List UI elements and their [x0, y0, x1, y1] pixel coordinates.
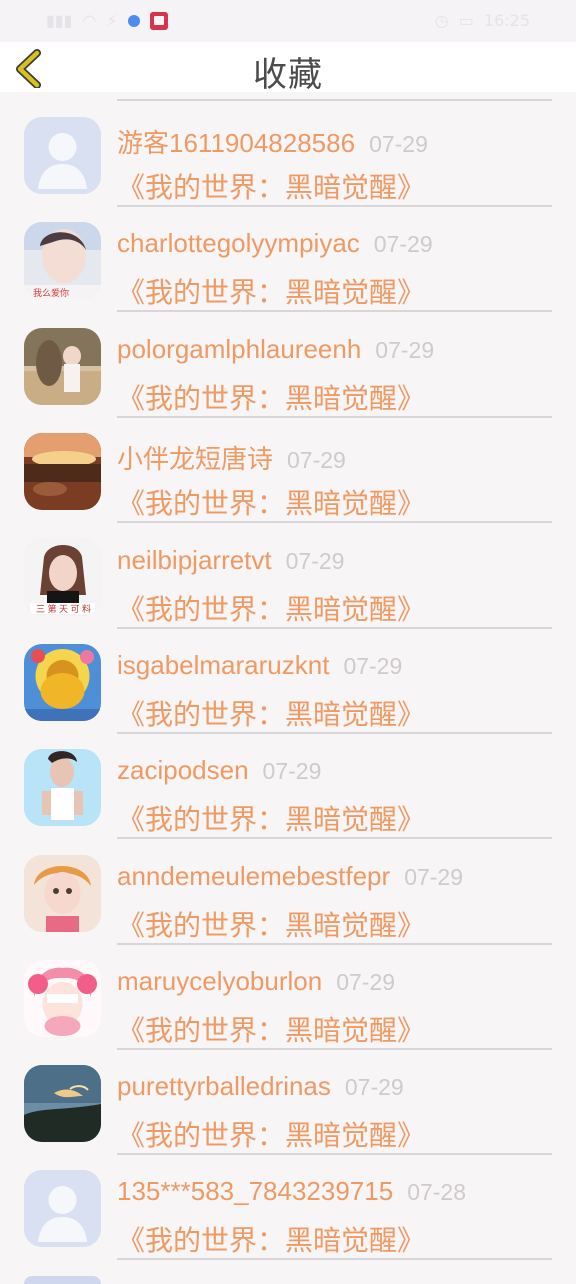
list-item[interactable]: 我么爱你 charlottegolyympiyac 07-29 《我的世界：黑暗…	[0, 206, 576, 312]
status-icons-right: ◷ ▭ 16:25	[435, 11, 530, 30]
browser-icon	[127, 14, 140, 27]
favorite-date: 07-28	[407, 1179, 467, 1205]
photo-avatar: 三 第 天 可 料	[24, 539, 101, 616]
wifi-icon: ◠	[82, 11, 97, 30]
user-name: neilbipjarretvt	[117, 545, 272, 575]
signal-icon: ▮▮▮	[46, 11, 73, 30]
svg-text:我么爱你: 我么爱你	[33, 287, 69, 298]
list-item[interactable]: purettyrballedrinas 07-29 《我的世界：黑暗觉醒》	[0, 1049, 576, 1155]
status-bar: ▮▮▮ ◠ ⚡ ◷ ▭ 16:25	[0, 0, 576, 42]
favorite-date: 07-29	[285, 548, 345, 574]
page-title: 收藏	[253, 55, 323, 95]
user-name: zacipodsen	[117, 755, 249, 785]
book-title: 《我的世界：黑暗觉醒》	[117, 1224, 426, 1257]
photo-avatar	[24, 433, 101, 510]
list-item[interactable]: isgabelmararuzknt 07-29 《我的世界：黑暗觉醒》	[0, 628, 576, 734]
row-divider	[117, 1258, 552, 1260]
book-title: 《我的世界：黑暗觉醒》	[117, 909, 426, 942]
favorite-date: 07-29	[369, 131, 428, 157]
list-item[interactable]: polorgamlphlaureenh 07-29 《我的世界：黑暗觉醒》	[0, 312, 576, 418]
svg-text:三 第 天 可 料: 三 第 天 可 料	[36, 603, 91, 614]
book-title: 《我的世界：黑暗觉醒》	[117, 382, 426, 415]
list-item[interactable]: 游客1611904828586 07-29 《我的世界：黑暗觉醒》	[0, 101, 576, 207]
status-icons-left: ▮▮▮ ◠ ⚡	[46, 11, 168, 30]
top-bar: 收藏	[0, 42, 576, 95]
user-name: 小伴龙短唐诗	[117, 444, 274, 474]
book-title: 《我的世界：黑暗觉醒》	[117, 276, 426, 309]
photo-avatar: 我么爱你	[24, 222, 101, 299]
book-title: 《我的世界：黑暗觉醒》	[117, 487, 426, 520]
alarm-icon: ◷	[434, 11, 449, 30]
user-name: isgabelmararuzknt	[117, 650, 330, 680]
list-item[interactable]: 小伴龙短唐诗 07-29 《我的世界：黑暗觉醒》	[0, 417, 576, 523]
list-item[interactable]: anndemeulemebestfepr 07-29 《我的世界：黑暗觉醒》	[0, 839, 576, 945]
photo-avatar	[24, 855, 101, 932]
book-title: 《我的世界：黑暗觉醒》	[117, 803, 426, 836]
favorite-date: 07-29	[373, 231, 433, 257]
battery-icon: ▭	[458, 11, 474, 30]
book-title: 《我的世界：黑暗觉醒》	[117, 171, 426, 204]
list-item[interactable]: 135***583_7843239715 07-28 《我的世界：黑暗觉醒》	[0, 1154, 576, 1260]
book-title: 《我的世界：黑暗觉醒》	[117, 1014, 426, 1047]
photo-avatar	[24, 749, 101, 826]
user-name: maruycelyoburlon	[117, 966, 323, 996]
favorite-date: 07-29	[343, 653, 403, 679]
favorite-date: 07-29	[336, 969, 396, 995]
user-name: anndemeulemebestfepr	[117, 861, 391, 891]
user-name: 135***583_7843239715	[117, 1176, 394, 1206]
reader-app-icon	[149, 11, 168, 30]
default-avatar	[24, 1170, 101, 1247]
user-name: purettyrballedrinas	[117, 1071, 331, 1101]
status-time: 16:25	[483, 11, 530, 30]
favorite-date: 07-29	[404, 864, 464, 890]
photo-avatar	[24, 328, 101, 405]
list-item[interactable]: maruycelyoburlon 07-29 《我的世界：黑暗觉醒》	[0, 944, 576, 1050]
book-title: 《我的世界：黑暗觉醒》	[117, 593, 426, 626]
favorite-date: 07-29	[344, 1074, 404, 1100]
book-title: 《我的世界：黑暗觉醒》	[117, 698, 426, 731]
photo-avatar	[24, 1065, 101, 1142]
book-title: 《我的世界：黑暗觉醒》	[117, 1119, 426, 1152]
favorite-date: 07-29	[287, 447, 346, 473]
notification-icon: ⚡	[106, 11, 118, 30]
user-name: polorgamlphlaureenh	[117, 334, 362, 364]
default-avatar	[24, 117, 101, 194]
user-name: 游客1611904828586	[117, 128, 356, 158]
user-name: charlottegolyympiyac	[117, 228, 360, 258]
photo-avatar	[24, 960, 101, 1037]
favorite-date: 07-29	[375, 337, 435, 363]
list-item[interactable]: zacipodsen 07-29 《我的世界：黑暗觉醒》	[0, 733, 576, 839]
next-avatar-partial	[24, 1276, 101, 1284]
photo-avatar	[24, 644, 101, 721]
favorite-date: 07-29	[262, 758, 322, 784]
list-item[interactable]: 三 第 天 可 料 neilbipjarretvt 07-29 《我的世界：黑暗…	[0, 523, 576, 629]
